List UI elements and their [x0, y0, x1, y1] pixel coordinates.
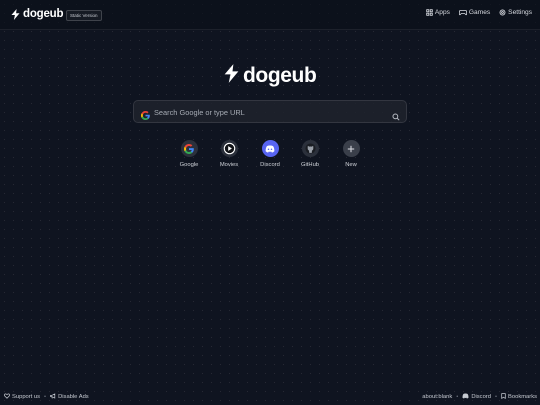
search-bar[interactable]: [133, 100, 407, 123]
nav-settings-label: Settings: [508, 9, 532, 16]
nav-games-label: Games: [468, 9, 491, 16]
shortcut-label: Discord: [260, 162, 280, 168]
footer-separator: •: [456, 394, 459, 400]
bookmarks-label: Bookmarks: [508, 394, 537, 400]
shortcut-label: Movies: [219, 162, 239, 168]
footer-discord-label: Discord: [471, 394, 491, 400]
discord-icon: [261, 140, 279, 157]
center-logo: dogeub: [224, 64, 317, 88]
shortcut-label: New: [345, 162, 357, 168]
shortcut-google[interactable]: Google: [172, 140, 206, 168]
support-us-link[interactable]: Support us: [4, 393, 40, 401]
about-blank-label: about:blank: [422, 394, 453, 400]
version-badge: Static Version: [66, 10, 102, 21]
github-icon: [301, 140, 319, 157]
disable-ads-label: Disable Ads: [58, 394, 89, 400]
nav-apps[interactable]: Apps: [426, 9, 450, 16]
shortcut-discord[interactable]: Discord: [253, 140, 287, 168]
bookmark-icon: [501, 393, 506, 401]
top-nav: Apps Games Settings: [426, 9, 532, 16]
gear-icon: [499, 9, 506, 16]
bookmarks-link[interactable]: Bookmarks: [501, 393, 537, 401]
support-us-label: Support us: [12, 394, 41, 400]
play-icon: [220, 140, 238, 157]
nav-apps-label: Apps: [434, 9, 450, 16]
google-icon: [141, 107, 150, 125]
gamepad-icon: [458, 9, 467, 16]
brand-link[interactable]: dogeub: [11, 8, 64, 20]
footer-discord-link[interactable]: Discord: [462, 393, 491, 401]
nav-games[interactable]: Games: [458, 9, 491, 16]
footer-right: about:blank • Discord • Bookmarks: [422, 393, 537, 401]
google-icon: [180, 140, 198, 157]
disable-ads-link[interactable]: Disable Ads: [50, 393, 89, 401]
shortcut-label: Google: [179, 162, 199, 168]
footer-separator: •: [494, 394, 497, 400]
footer-left: Support us • Disable Ads: [4, 393, 89, 401]
logo-name: dogeub: [243, 64, 317, 87]
bolt-icon: [11, 8, 20, 20]
search-icon[interactable]: [392, 108, 400, 126]
bolt-icon: [224, 64, 239, 88]
about-blank-link[interactable]: about:blank: [422, 394, 452, 400]
plus-icon: [342, 140, 360, 157]
shortcut-movies[interactable]: Movies: [212, 140, 246, 168]
heart-icon: [4, 393, 10, 401]
search-input[interactable]: [154, 105, 384, 119]
nav-settings[interactable]: Settings: [499, 9, 532, 16]
discord-icon: [462, 393, 469, 401]
shortcut-new[interactable]: New: [334, 140, 368, 168]
grid-icon: [426, 9, 433, 16]
megaphone-icon: [50, 393, 56, 401]
shortcut-github[interactable]: GitHub: [293, 140, 327, 168]
brand-name: dogeub: [23, 8, 64, 20]
footer: Support us • Disable Ads about:blank • D…: [0, 390, 540, 405]
top-bar: dogeub Static Version Apps Games Setting…: [0, 0, 540, 30]
shortcut-label: GitHub: [300, 162, 320, 168]
footer-separator: •: [44, 394, 47, 400]
shortcut-grid: Google Movies Discord GitHub New: [170, 140, 370, 174]
